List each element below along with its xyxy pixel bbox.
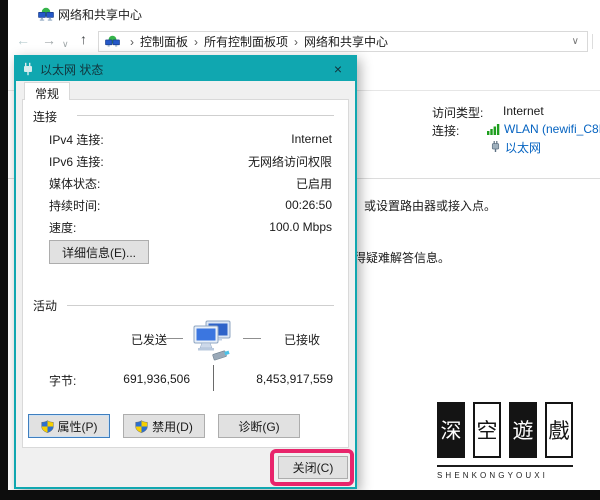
ethernet-plug-icon — [24, 62, 32, 76]
table-row: IPv4 连接: Internet — [23, 128, 348, 150]
properties-button[interactable]: 属性(P) — [28, 414, 110, 438]
row-value: 00:26:50 — [285, 198, 332, 212]
breadcrumb-control-panel[interactable]: 控制面板 — [140, 33, 188, 50]
breadcrumb-all-items[interactable]: 所有控制面板项 — [204, 33, 288, 50]
row-value: Internet — [291, 132, 332, 146]
table-row: 媒体状态: 已启用 — [23, 172, 348, 194]
watermark-caption: SHENKONGYOUXI — [437, 471, 548, 480]
group-rule — [77, 115, 334, 116]
uac-shield-icon — [135, 419, 148, 433]
sent-label: 已发送 — [131, 333, 168, 347]
watermark-tile: 戲 — [545, 402, 573, 458]
group-rule — [67, 305, 334, 306]
table-row: 速度: 100.0 Mbps — [23, 216, 348, 238]
network-center-icon — [38, 7, 54, 21]
row-label: IPv6 连接: — [49, 154, 104, 169]
dialog-close-icon[interactable]: × — [327, 61, 349, 77]
breadcrumb-sep-icon: › — [194, 34, 199, 49]
connections-label: 连接: — [432, 124, 460, 138]
wlan-link[interactable]: WLAN (newifi_C8D0) — [504, 122, 600, 136]
row-value: 已启用 — [295, 176, 332, 191]
ethernet-link[interactable]: 以太网 — [505, 139, 541, 156]
forward-icon[interactable]: → — [42, 33, 56, 47]
nav-history-chevron-icon[interactable]: ∨ — [62, 37, 69, 51]
wifi-signal-icon — [487, 124, 500, 135]
access-type-value: Internet — [503, 104, 544, 118]
details-button[interactable]: 详细信息(E)... — [49, 240, 149, 264]
close-button[interactable]: 关闭(C) — [278, 456, 348, 479]
breadcrumb-sep-icon: › — [294, 34, 299, 49]
row-label: 速度: — [49, 220, 77, 235]
diagnose-button-label: 诊断(G) — [238, 419, 280, 434]
screen: 网络和共享中心 ← → ∨ ↑ › 控制面板 › 所有控制面板项 › 网络和共享… — [0, 0, 600, 500]
table-row: 持续时间: 00:26:50 — [23, 194, 348, 216]
disable-button-label: 禁用(D) — [152, 419, 193, 434]
activity-connector-line — [243, 338, 261, 339]
bytes-received-value: 8,453,917,559 — [256, 372, 333, 386]
uac-shield-icon — [40, 419, 54, 433]
network-center-icon — [105, 35, 120, 47]
ethernet-status-dialog: 以太网 状态 × 常规 连接 IPv4 连接: Internet IPv6 连接… — [14, 55, 357, 489]
row-label: 媒体状态: — [49, 176, 101, 191]
watermark-logo: 深 空 遊 戲 SHENKONGYOUXI — [437, 402, 573, 480]
bytes-label: 字节: — [49, 374, 77, 388]
dialog-titlebar: 以太网 状态 × — [16, 57, 355, 81]
table-row: IPv6 连接: 无网络访问权限 — [23, 150, 348, 172]
breadcrumb-network-center[interactable]: 网络和共享中心 — [304, 33, 388, 50]
watermark-rule — [437, 465, 573, 467]
window-title: 网络和共享中心 — [58, 8, 143, 22]
access-type-label: 访问类型: — [432, 106, 484, 120]
back-icon[interactable]: ← — [16, 33, 30, 47]
bg-text-router: 或设置路由器或接入点。 — [364, 199, 497, 213]
row-value: 100.0 Mbps — [269, 220, 332, 234]
dialog-body: 常规 连接 IPv4 连接: Internet IPv6 连接: 无网络访问权限 — [16, 81, 355, 487]
computers-activity-icon — [193, 320, 231, 361]
activity-connector-line — [165, 338, 183, 339]
up-icon[interactable]: ↑ — [80, 32, 87, 46]
ethernet-plug-icon — [491, 141, 500, 152]
activity-group-label: 活动 — [33, 297, 64, 314]
watermark-tile: 遊 — [509, 402, 537, 458]
row-label: 持续时间: — [49, 198, 101, 213]
watermark-tile: 空 — [473, 402, 501, 458]
bytes-divider — [213, 365, 214, 391]
received-label: 已接收 — [284, 333, 321, 347]
bg-text-troubleshoot: 得疑难解答信息。 — [354, 251, 451, 265]
screen-edge-left — [0, 0, 8, 500]
bytes-sent-value: 691,936,506 — [123, 372, 190, 386]
connection-group-label: 连接 — [33, 108, 64, 125]
row-label: IPv4 连接: — [49, 132, 104, 147]
general-tab-panel: 连接 IPv4 连接: Internet IPv6 连接: 无网络访问权限 媒体… — [22, 99, 349, 448]
disable-button[interactable]: 禁用(D) — [123, 414, 205, 438]
properties-button-label: 属性(P) — [57, 419, 98, 434]
connection-rows: IPv4 连接: Internet IPv6 连接: 无网络访问权限 媒体状态:… — [23, 128, 348, 238]
row-value: 无网络访问权限 — [247, 154, 332, 169]
address-dropdown-icon[interactable]: ∨ — [572, 36, 579, 47]
dialog-title: 以太网 状态 — [40, 62, 104, 77]
address-bar[interactable]: › 控制面板 › 所有控制面板项 › 网络和共享中心 ∨ — [98, 31, 588, 52]
diagnose-button[interactable]: 诊断(G) — [218, 414, 300, 438]
breadcrumb-sep-icon: › — [130, 34, 134, 49]
toolbar-divider — [592, 34, 593, 49]
tab-general[interactable]: 常规 — [24, 82, 71, 101]
watermark-tiles: 深 空 遊 戲 — [437, 402, 573, 458]
screen-edge-bottom — [0, 490, 600, 500]
watermark-tile: 深 — [437, 402, 465, 458]
